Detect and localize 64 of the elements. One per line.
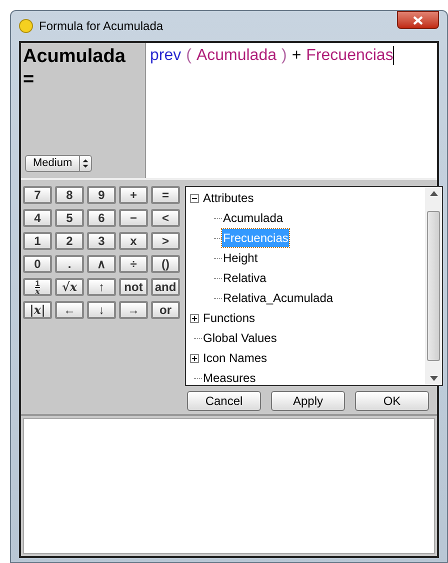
tree-item[interactable]: Measures	[202, 369, 257, 385]
keypad-key[interactable]: ÷	[119, 255, 148, 273]
keypad-key[interactable]: √x	[55, 278, 84, 296]
attribute-name: Acumulada	[23, 45, 126, 69]
keypad-key[interactable]: ←	[55, 301, 84, 319]
keypad-key[interactable]: ↑	[87, 278, 116, 296]
collapse-icon[interactable]	[190, 194, 199, 202]
keypad-key[interactable]: ()	[151, 255, 180, 273]
keypad-key[interactable]: not	[119, 278, 148, 296]
keypad-key[interactable]: ↓	[87, 301, 116, 319]
formula-token: (	[186, 46, 192, 66]
keypad-key[interactable]: |x|	[23, 301, 52, 319]
keypad-key[interactable]: +	[119, 186, 148, 204]
tree-item[interactable]: Relativa_Acumulada	[222, 289, 334, 307]
formula-token: prev	[150, 46, 182, 66]
keypad-key[interactable]: 1	[23, 232, 52, 250]
keypad-key[interactable]: <	[151, 209, 180, 227]
keypad-key[interactable]: 6	[87, 209, 116, 227]
keypad-key[interactable]: .	[55, 255, 84, 273]
keypad-key[interactable]: or	[151, 301, 180, 319]
tree-item[interactable]: Relativa	[222, 269, 268, 287]
equals-sign: =	[23, 69, 34, 91]
formula-token: Acumulada	[196, 46, 276, 66]
formula-token: +	[292, 46, 302, 66]
formula-editor[interactable]: prev ( Acumulada ) + Frecuencias	[146, 43, 437, 178]
keypad-key[interactable]: 1 x	[23, 278, 52, 296]
keypad-key[interactable]: x	[119, 232, 148, 250]
size-dropdown[interactable]: Medium	[25, 155, 92, 172]
tree-item[interactable]: Acumulada	[222, 209, 284, 227]
keypad-key[interactable]: >	[151, 232, 180, 250]
window-title: Formula for Acumulada	[39, 18, 164, 35]
keypad-key[interactable]: 9	[87, 186, 116, 204]
keypad-key[interactable]: ∧	[87, 255, 116, 273]
keypad-key[interactable]: 0	[23, 255, 52, 273]
app-icon	[19, 19, 33, 33]
keypad-key[interactable]: 2	[55, 232, 84, 250]
tree-item[interactable]: Global Values	[202, 329, 278, 347]
scrollbar[interactable]	[425, 187, 442, 385]
dialog-button[interactable]: Apply	[271, 391, 345, 411]
tree-item[interactable]: Functions	[202, 309, 256, 327]
keypad-key[interactable]: →	[119, 301, 148, 319]
keypad-key[interactable]: 5	[55, 209, 84, 227]
dialog-button[interactable]: Cancel	[187, 391, 261, 411]
keypad-key[interactable]: =	[151, 186, 180, 204]
keypad-key[interactable]: 8	[55, 186, 84, 204]
keypad-key[interactable]: 3	[87, 232, 116, 250]
scroll-down-icon[interactable]	[430, 376, 438, 381]
text-cursor	[393, 46, 394, 65]
keypad-key[interactable]: 4	[23, 209, 52, 227]
keypad-key[interactable]: −	[119, 209, 148, 227]
scroll-thumb[interactable]	[427, 211, 440, 361]
keypad-key[interactable]: and	[151, 278, 180, 296]
expand-icon[interactable]	[190, 354, 199, 362]
formula-token: Frecuencias	[306, 46, 394, 66]
scroll-up-icon[interactable]	[430, 191, 438, 196]
expand-icon[interactable]	[190, 314, 199, 322]
tree-item[interactable]: Icon Names	[202, 349, 268, 367]
keypad-key[interactable]: 7	[23, 186, 52, 204]
tree-item[interactable]: Attributes	[202, 189, 255, 207]
tree-item[interactable]: Height	[222, 249, 259, 267]
close-button[interactable]	[397, 11, 439, 29]
dialog-button[interactable]: OK	[355, 391, 429, 411]
close-icon	[413, 16, 423, 24]
formula-token: )	[282, 46, 287, 66]
